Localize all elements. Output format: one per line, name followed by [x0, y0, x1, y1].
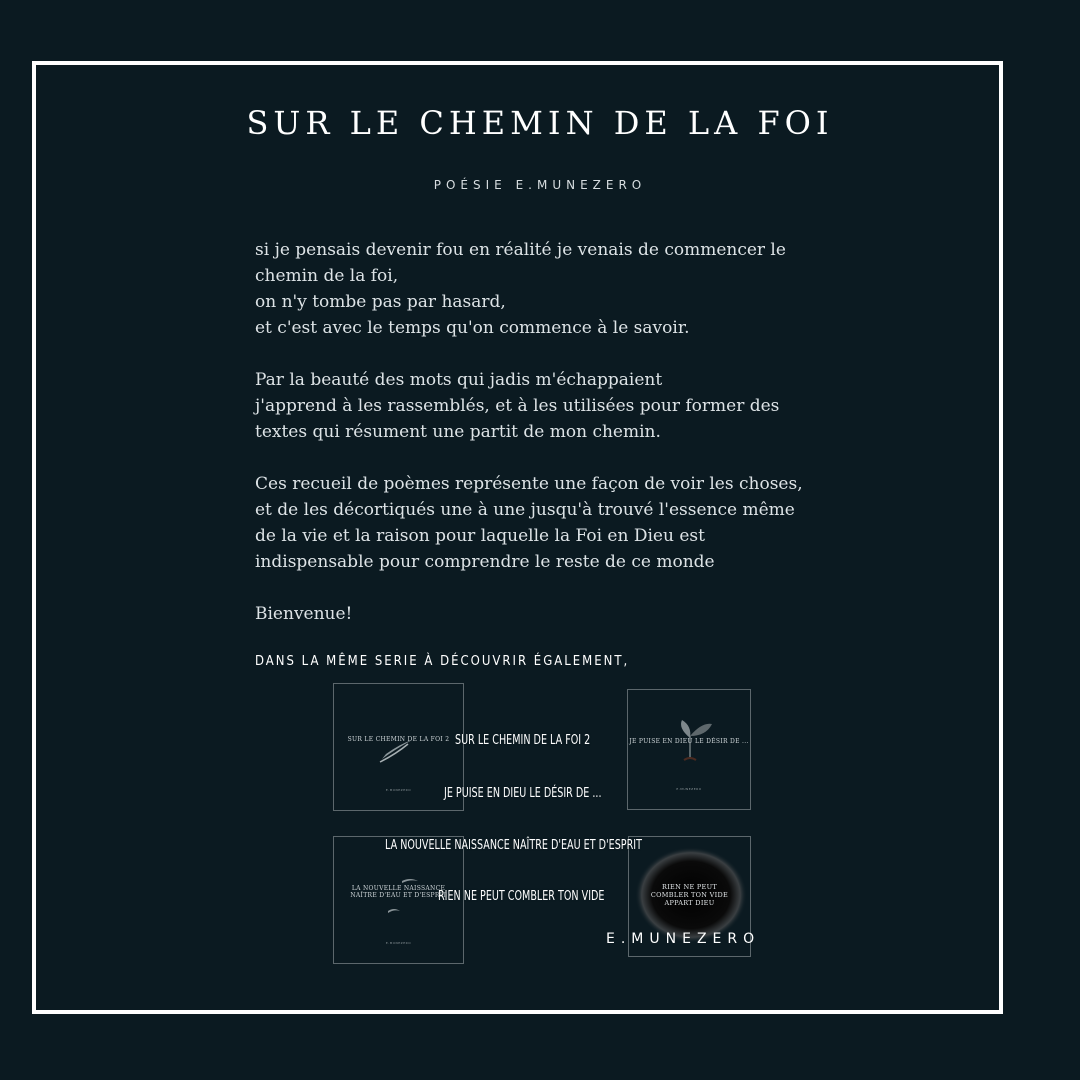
series-heading: DANS LA MÊME SERIE À DÉCOUVRIR ÉGALEMENT…	[255, 654, 630, 669]
paragraph: si je pensais devenir fou en réalité je …	[255, 240, 786, 338]
series-link-rien-ne-peut[interactable]: RIEN NE PEUT COMBLER TON VIDE	[438, 889, 604, 904]
paragraph: Ces recueil de poèmes représente une faç…	[255, 474, 803, 572]
sprout-icon	[681, 720, 712, 761]
paragraph: Par la beauté des mots qui jadis m'échap…	[255, 370, 780, 442]
book-cover-je-puise[interactable]: JE PUISE EN DIEU LE DÉSIR DE ... E.MUNEZ…	[627, 689, 751, 810]
cover-title: JE PUISE EN DIEU LE DÉSIR DE ...	[629, 738, 749, 745]
series-link-je-puise[interactable]: JE PUISE EN DIEU LE DÉSIR DE ...	[444, 786, 602, 801]
cover-author: E.MUNEZERO	[676, 787, 702, 791]
author-name: E.MUNEZERO	[606, 931, 761, 947]
paragraph: Bienvenue!	[255, 604, 353, 624]
cover-author: E.MUNEZERO	[385, 941, 412, 945]
cover-title: RIEN NE PEUT COMBLER TON VIDE APPART DIE…	[650, 883, 729, 907]
page-title: SUR LE CHEMIN DE LA FOI	[246, 104, 834, 142]
intro-text: si je pensais devenir fou en réalité je …	[255, 237, 815, 653]
series-link-chemin-foi-2[interactable]: SUR LE CHEMIN DE LA FOI 2	[455, 733, 590, 748]
page-subtitle: POÉSIE E.MUNEZERO	[433, 178, 647, 192]
series-link-nouvelle-naissance[interactable]: LA NOUVELLE NAISSANCE NAÎTRE D'EAU ET D'…	[385, 838, 642, 853]
